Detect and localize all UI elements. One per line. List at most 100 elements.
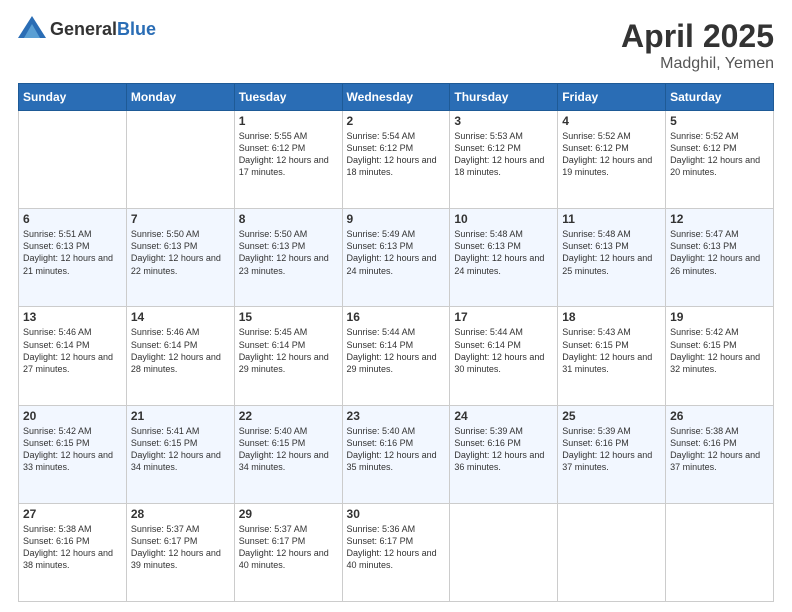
day-number: 24 (454, 409, 553, 423)
day-info: Sunrise: 5:37 AM Sunset: 6:17 PM Dayligh… (131, 523, 230, 572)
logo-blue: Blue (117, 19, 156, 39)
calendar-cell: 29 Sunrise: 5:37 AM Sunset: 6:17 PM Dayli… (234, 503, 342, 601)
calendar-cell (558, 503, 666, 601)
day-number: 7 (131, 212, 230, 226)
calendar-cell (666, 503, 774, 601)
logo-general: General (50, 19, 117, 39)
calendar-cell: 2 Sunrise: 5:54 AM Sunset: 6:12 PM Daylig… (342, 111, 450, 209)
day-info: Sunrise: 5:45 AM Sunset: 6:14 PM Dayligh… (239, 326, 338, 375)
day-number: 2 (347, 114, 446, 128)
day-info: Sunrise: 5:50 AM Sunset: 6:13 PM Dayligh… (239, 228, 338, 277)
week-row-2: 6 Sunrise: 5:51 AM Sunset: 6:13 PM Daylig… (19, 209, 774, 307)
day-info: Sunrise: 5:51 AM Sunset: 6:13 PM Dayligh… (23, 228, 122, 277)
day-number: 21 (131, 409, 230, 423)
col-saturday: Saturday (666, 84, 774, 111)
day-info: Sunrise: 5:40 AM Sunset: 6:16 PM Dayligh… (347, 425, 446, 474)
day-number: 19 (670, 310, 769, 324)
day-info: Sunrise: 5:50 AM Sunset: 6:13 PM Dayligh… (131, 228, 230, 277)
day-info: Sunrise: 5:46 AM Sunset: 6:14 PM Dayligh… (131, 326, 230, 375)
day-number: 16 (347, 310, 446, 324)
title-block: April 2025 Madghil, Yemen (621, 18, 774, 73)
day-info: Sunrise: 5:44 AM Sunset: 6:14 PM Dayligh… (454, 326, 553, 375)
calendar-cell: 12 Sunrise: 5:47 AM Sunset: 6:13 PM Dayli… (666, 209, 774, 307)
day-number: 8 (239, 212, 338, 226)
logo-icon (18, 16, 46, 38)
col-wednesday: Wednesday (342, 84, 450, 111)
day-info: Sunrise: 5:41 AM Sunset: 6:15 PM Dayligh… (131, 425, 230, 474)
calendar-cell: 18 Sunrise: 5:43 AM Sunset: 6:15 PM Dayli… (558, 307, 666, 405)
calendar-cell (450, 503, 558, 601)
day-number: 26 (670, 409, 769, 423)
day-number: 20 (23, 409, 122, 423)
day-info: Sunrise: 5:44 AM Sunset: 6:14 PM Dayligh… (347, 326, 446, 375)
col-monday: Monday (126, 84, 234, 111)
calendar-cell: 23 Sunrise: 5:40 AM Sunset: 6:16 PM Dayli… (342, 405, 450, 503)
calendar-cell: 5 Sunrise: 5:52 AM Sunset: 6:12 PM Daylig… (666, 111, 774, 209)
logo: GeneralBlue (18, 18, 156, 40)
day-number: 4 (562, 114, 661, 128)
day-info: Sunrise: 5:36 AM Sunset: 6:17 PM Dayligh… (347, 523, 446, 572)
day-number: 9 (347, 212, 446, 226)
day-number: 15 (239, 310, 338, 324)
day-number: 14 (131, 310, 230, 324)
calendar-cell: 25Sunrise: 5:39 AM Sunset: 6:16 PM Dayli… (558, 405, 666, 503)
title-location: Madghil, Yemen (621, 55, 774, 73)
day-info: Sunrise: 5:37 AM Sunset: 6:17 PM Dayligh… (239, 523, 338, 572)
day-info: Sunrise: 5:52 AM Sunset: 6:12 PM Dayligh… (670, 130, 769, 179)
calendar-cell: 13 Sunrise: 5:46 AM Sunset: 6:14 PM Dayli… (19, 307, 127, 405)
day-info: Sunrise: 5:38 AM Sunset: 6:16 PM Dayligh… (23, 523, 122, 572)
week-row-1: 1Sunrise: 5:55 AM Sunset: 6:12 PM Daylig… (19, 111, 774, 209)
calendar-cell: 3Sunrise: 5:53 AM Sunset: 6:12 PM Daylig… (450, 111, 558, 209)
calendar-cell: 17 Sunrise: 5:44 AM Sunset: 6:14 PM Dayli… (450, 307, 558, 405)
calendar-cell: 11 Sunrise: 5:48 AM Sunset: 6:13 PM Dayli… (558, 209, 666, 307)
calendar-cell: 26Sunrise: 5:38 AM Sunset: 6:16 PM Dayli… (666, 405, 774, 503)
calendar-cell (126, 111, 234, 209)
col-friday: Friday (558, 84, 666, 111)
calendar-cell: 7 Sunrise: 5:50 AM Sunset: 6:13 PM Daylig… (126, 209, 234, 307)
day-info: Sunrise: 5:40 AM Sunset: 6:15 PM Dayligh… (239, 425, 338, 474)
calendar-cell: 4 Sunrise: 5:52 AM Sunset: 6:12 PM Daylig… (558, 111, 666, 209)
day-number: 28 (131, 507, 230, 521)
day-number: 18 (562, 310, 661, 324)
day-number: 17 (454, 310, 553, 324)
week-row-5: 27 Sunrise: 5:38 AM Sunset: 6:16 PM Dayli… (19, 503, 774, 601)
day-info: Sunrise: 5:48 AM Sunset: 6:13 PM Dayligh… (562, 228, 661, 277)
day-number: 27 (23, 507, 122, 521)
header: GeneralBlue April 2025 Madghil, Yemen (18, 18, 774, 73)
day-info: Sunrise: 5:39 AM Sunset: 6:16 PM Dayligh… (562, 425, 661, 474)
day-number: 11 (562, 212, 661, 226)
day-number: 12 (670, 212, 769, 226)
calendar-cell: 19Sunrise: 5:42 AM Sunset: 6:15 PM Dayli… (666, 307, 774, 405)
day-number: 30 (347, 507, 446, 521)
calendar-cell: 22 Sunrise: 5:40 AM Sunset: 6:15 PM Dayli… (234, 405, 342, 503)
day-info: Sunrise: 5:42 AM Sunset: 6:15 PM Dayligh… (23, 425, 122, 474)
day-number: 23 (347, 409, 446, 423)
day-info: Sunrise: 5:46 AM Sunset: 6:14 PM Dayligh… (23, 326, 122, 375)
day-number: 22 (239, 409, 338, 423)
calendar-cell: 21 Sunrise: 5:41 AM Sunset: 6:15 PM Dayli… (126, 405, 234, 503)
calendar-cell: 30 Sunrise: 5:36 AM Sunset: 6:17 PM Dayli… (342, 503, 450, 601)
week-row-4: 20 Sunrise: 5:42 AM Sunset: 6:15 PM Dayli… (19, 405, 774, 503)
calendar-cell: 27 Sunrise: 5:38 AM Sunset: 6:16 PM Dayli… (19, 503, 127, 601)
day-info: Sunrise: 5:52 AM Sunset: 6:12 PM Dayligh… (562, 130, 661, 179)
calendar-cell: 1Sunrise: 5:55 AM Sunset: 6:12 PM Daylig… (234, 111, 342, 209)
calendar-cell: 15 Sunrise: 5:45 AM Sunset: 6:14 PM Dayli… (234, 307, 342, 405)
calendar-header: Sunday Monday Tuesday Wednesday Thursday… (19, 84, 774, 111)
day-number: 5 (670, 114, 769, 128)
day-number: 13 (23, 310, 122, 324)
day-info: Sunrise: 5:48 AM Sunset: 6:13 PM Dayligh… (454, 228, 553, 277)
day-number: 10 (454, 212, 553, 226)
day-info: Sunrise: 5:54 AM Sunset: 6:12 PM Dayligh… (347, 130, 446, 179)
calendar-cell: 14 Sunrise: 5:46 AM Sunset: 6:14 PM Dayli… (126, 307, 234, 405)
calendar-cell: 20 Sunrise: 5:42 AM Sunset: 6:15 PM Dayli… (19, 405, 127, 503)
calendar-cell: 16 Sunrise: 5:44 AM Sunset: 6:14 PM Dayli… (342, 307, 450, 405)
day-info: Sunrise: 5:47 AM Sunset: 6:13 PM Dayligh… (670, 228, 769, 277)
calendar-cell: 24Sunrise: 5:39 AM Sunset: 6:16 PM Dayli… (450, 405, 558, 503)
day-info: Sunrise: 5:43 AM Sunset: 6:15 PM Dayligh… (562, 326, 661, 375)
day-number: 1 (239, 114, 338, 128)
day-number: 6 (23, 212, 122, 226)
day-number: 3 (454, 114, 553, 128)
calendar-cell (19, 111, 127, 209)
title-month: April 2025 (621, 18, 774, 55)
day-number: 29 (239, 507, 338, 521)
